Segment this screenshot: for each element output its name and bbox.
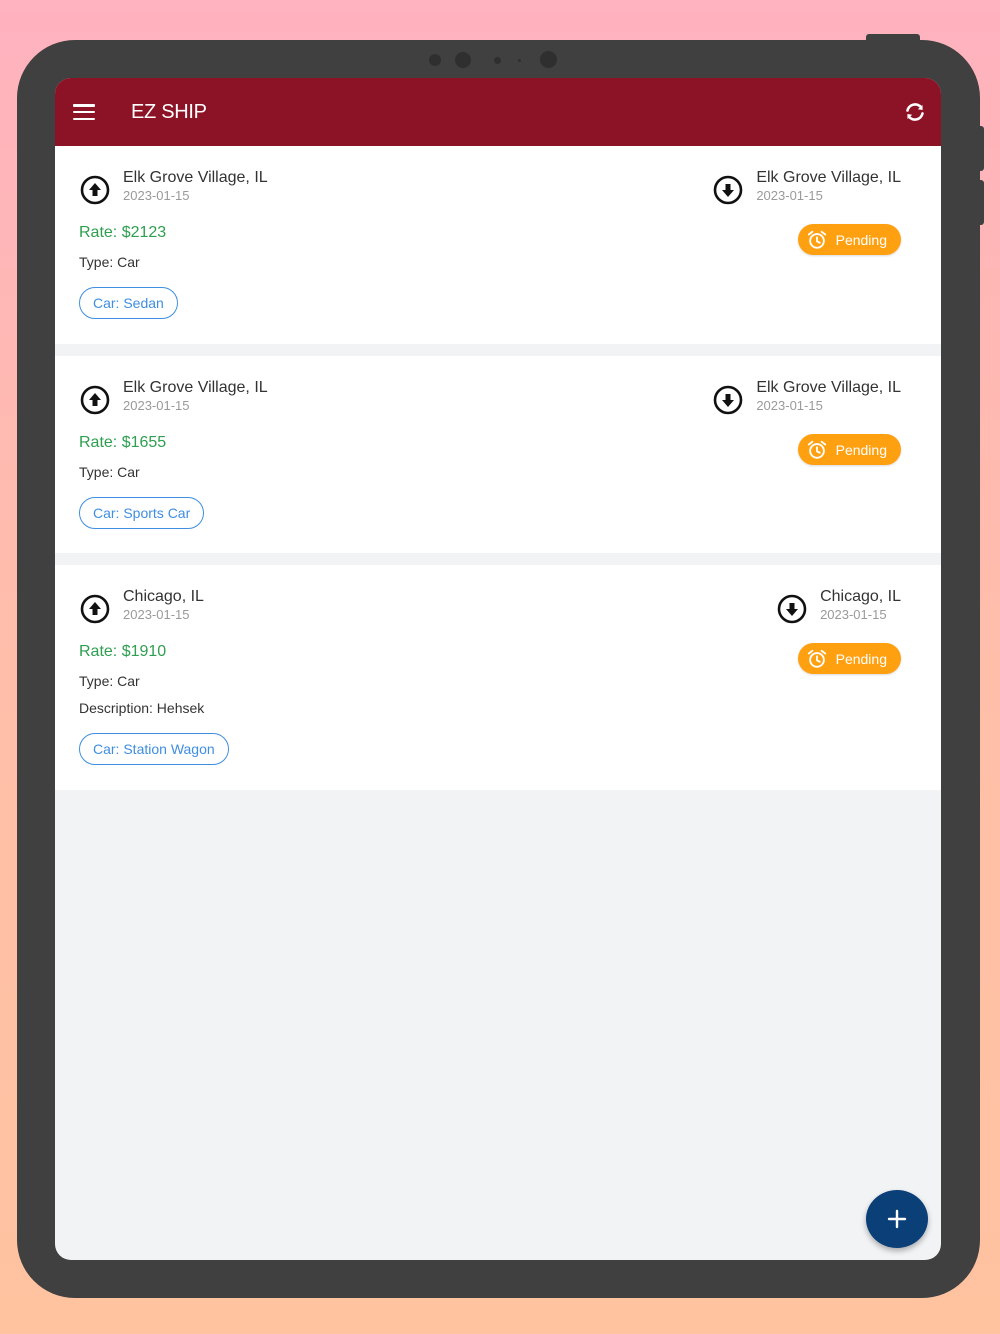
status-label: Pending [835, 441, 887, 458]
vehicle-chip[interactable]: Car: Station Wagon [79, 733, 229, 765]
camera-lens [540, 51, 557, 68]
pickup-date: 2023-01-15 [123, 398, 190, 413]
sensor-dot [429, 54, 441, 66]
type-text: Type: Car [79, 673, 140, 689]
app-bar: EZ SHIP [55, 78, 941, 146]
shipment-card[interactable]: Elk Grove Village, IL 2023-01-15 Rate: $… [55, 356, 941, 553]
dropoff-date: 2023-01-15 [820, 607, 887, 622]
alarm-clock-icon [807, 230, 826, 249]
power-button [866, 34, 920, 42]
rate-text: Rate: $1655 [79, 434, 167, 451]
vehicle-chip[interactable]: Car: Sports Car [79, 497, 205, 529]
arrow-up-circle-icon [80, 385, 110, 415]
type-text: Type: Car [79, 464, 140, 480]
description-text: Description: Hehsek [79, 700, 205, 716]
app-screen: EZ SHIP Elk Grove Village, IL 2023-01-15… [55, 78, 941, 1260]
menu-icon[interactable] [73, 104, 95, 120]
shipment-card[interactable]: Elk Grove Village, IL 2023-01-15 Rate: $… [55, 146, 941, 344]
dropoff-city: Chicago, IL [820, 588, 901, 605]
vehicle-chip[interactable]: Car: Sedan [79, 287, 178, 319]
type-text: Type: Car [79, 254, 140, 270]
dropoff-location: Elk Grove Village, IL 2023-01-15 [712, 378, 901, 416]
arrow-down-circle-icon [714, 175, 743, 205]
sensor-dot [518, 59, 521, 62]
add-shipment-button[interactable] [866, 1190, 928, 1248]
rate-text: Rate: $2123 [79, 224, 167, 241]
arrow-down-circle-icon [777, 594, 807, 624]
sensor-dot [494, 57, 501, 64]
volume-up-button [976, 126, 984, 171]
pickup-city: Chicago, IL [123, 588, 204, 605]
dropoff-city: Elk Grove Village, IL [756, 379, 901, 396]
dropoff-date: 2023-01-15 [756, 398, 823, 413]
shipment-card[interactable]: Chicago, IL 2023-01-15 Rate: $1910 Type:… [55, 565, 941, 790]
dropoff-city: Elk Grove Village, IL [756, 169, 901, 186]
alarm-clock-icon [807, 440, 826, 459]
arrow-up-circle-icon [80, 175, 110, 205]
dropoff-date: 2023-01-15 [756, 188, 823, 203]
plus-icon [887, 1209, 907, 1229]
status-badge: Pending [797, 434, 901, 465]
volume-down-button [976, 180, 984, 225]
status-label: Pending [835, 650, 887, 667]
app-title: EZ SHIP [131, 100, 207, 123]
pickup-city: Elk Grove Village, IL [123, 379, 268, 396]
status-badge: Pending [797, 224, 901, 255]
alarm-clock-icon [807, 649, 826, 668]
refresh-icon[interactable] [903, 100, 927, 124]
pickup-city: Elk Grove Village, IL [123, 169, 268, 186]
arrow-up-circle-icon [80, 594, 110, 624]
pickup-date: 2023-01-15 [123, 188, 190, 203]
status-badge: Pending [797, 643, 901, 674]
rate-text: Rate: $1910 [79, 643, 167, 660]
pickup-date: 2023-01-15 [123, 607, 190, 622]
dropoff-location: Elk Grove Village, IL 2023-01-15 [712, 168, 901, 206]
arrow-down-circle-icon [714, 385, 743, 415]
dropoff-location: Chicago, IL 2023-01-15 [776, 587, 901, 625]
status-label: Pending [835, 231, 887, 248]
camera-lens [455, 52, 471, 68]
